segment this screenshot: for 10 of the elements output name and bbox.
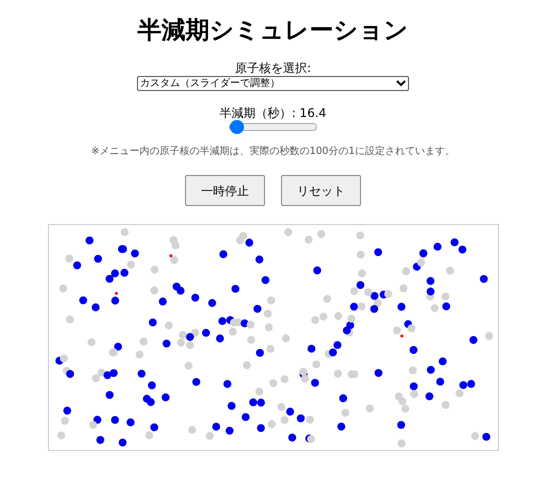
chevron-icon [396, 80, 406, 87]
slider-label: 半減期（秒）: 16.4 [220, 105, 326, 121]
page-title: 半減期シミュレーション [138, 15, 408, 46]
slider-thumb[interactable] [230, 120, 244, 134]
control-button[interactable]: 一時停止 [185, 175, 265, 206]
nucleus-select[interactable]: カスタム（スライダーで調整） [137, 76, 409, 91]
control-button[interactable]: リセット [281, 175, 361, 206]
select-label: 原子核を選択: [234, 60, 312, 76]
note-text: ※メニュー内の原子核の半減期は、実際の秒数の100分の1に設定されています。 [91, 145, 455, 159]
half-life-slider[interactable] [229, 123, 317, 131]
